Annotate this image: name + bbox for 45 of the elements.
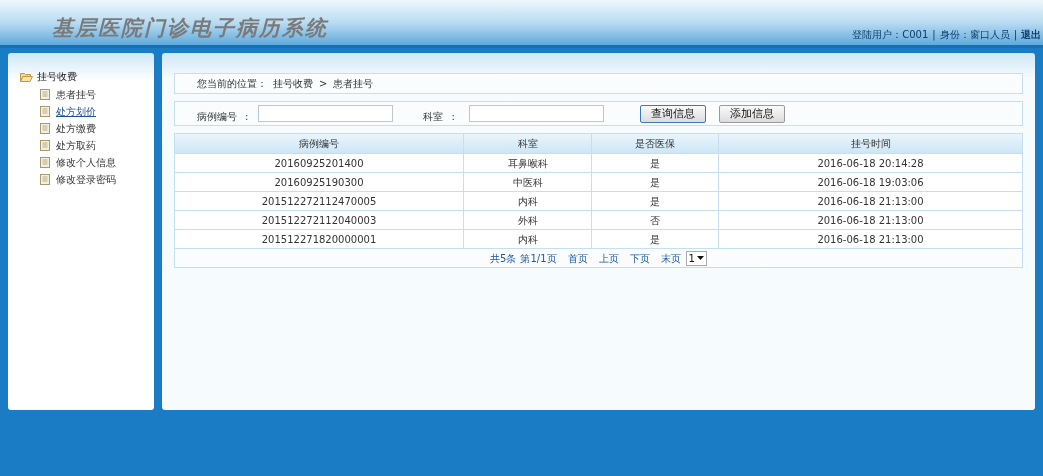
menu-item[interactable]: 处方缴费 xyxy=(56,121,96,136)
action-button[interactable]: 添加信息 xyxy=(718,104,785,123)
separator: | xyxy=(932,28,936,42)
table-cell-text: 2016-06-18 20:14:28 xyxy=(816,156,925,171)
menu-item[interactable]: 处方划价 xyxy=(56,104,96,119)
document-icon xyxy=(40,157,50,168)
search-field[interactable] xyxy=(468,105,604,122)
document-icon xyxy=(40,174,50,185)
logout-link[interactable]: 退出 xyxy=(1021,27,1041,42)
menu-group[interactable]: 挂号收费 xyxy=(20,69,154,84)
table-cell-text: 2016-06-18 19:03:06 xyxy=(816,175,925,190)
total-count: 共5条 xyxy=(490,251,517,266)
separator: | xyxy=(1013,28,1017,42)
page-info: 第1/1页 xyxy=(520,251,557,266)
field-label: 病例编号 xyxy=(197,110,237,124)
document-icon xyxy=(40,89,50,100)
menu-item[interactable]: 修改登录密码 xyxy=(56,172,116,187)
breadcrumb-prefix: 您当前的位置： xyxy=(197,77,267,91)
user-label: 登陆用户：C001 xyxy=(852,28,929,42)
breadcrumb-item: 挂号收费 xyxy=(273,77,313,91)
table-cell-text: 2016-06-18 21:13:00 xyxy=(816,213,925,228)
field-colon: : xyxy=(451,110,455,124)
table-cell-text: 2016-06-18 21:13:00 xyxy=(816,232,925,247)
action-button[interactable]: 查询信息 xyxy=(639,104,706,123)
page-link[interactable]: 上页 xyxy=(598,250,619,266)
field-label: 科室 xyxy=(423,110,444,124)
table-cell-text: 2016-06-18 21:13:00 xyxy=(816,194,925,209)
page-link[interactable]: 下页 xyxy=(629,250,650,266)
document-icon xyxy=(40,140,50,151)
column-header: 挂号时间 xyxy=(849,137,892,151)
search-field[interactable] xyxy=(258,105,394,122)
breadcrumb-separator: > xyxy=(319,77,328,91)
role-label: 身份：窗口人员 xyxy=(939,28,1010,42)
app-title: 基层医院门诊电子病历系统 xyxy=(51,14,328,42)
caret-icon xyxy=(696,256,704,260)
page-link[interactable]: 末页 xyxy=(660,250,681,266)
page-link[interactable]: 首页 xyxy=(567,250,588,266)
menu-item[interactable]: 修改个人信息 xyxy=(56,155,116,170)
menu-item[interactable]: 处方取药 xyxy=(56,138,96,153)
menu-item[interactable]: 患者挂号 xyxy=(56,87,96,102)
breadcrumb-item: 患者挂号 xyxy=(333,77,374,91)
document-icon xyxy=(40,123,50,134)
page-select[interactable]: 1 xyxy=(685,250,707,266)
field-colon: : xyxy=(245,110,249,124)
document-icon xyxy=(40,106,50,117)
